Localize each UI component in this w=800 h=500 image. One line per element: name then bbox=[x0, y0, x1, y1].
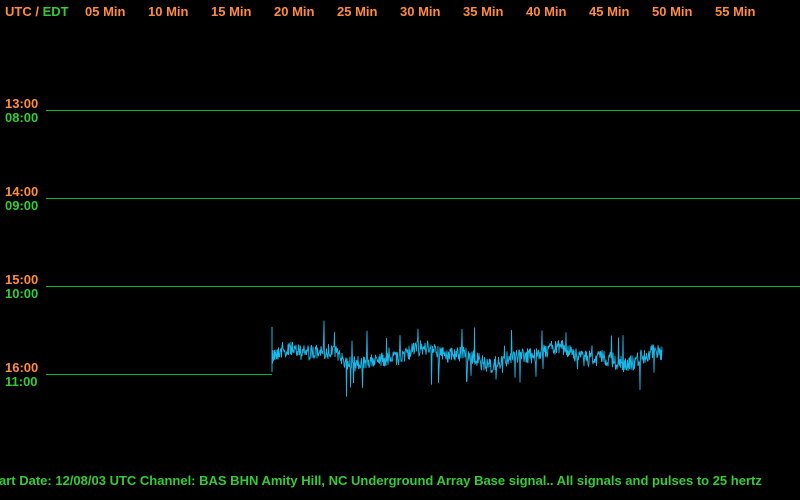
footer-caption: Start Date: 12/08/03 UTC Channel: BAS BH… bbox=[0, 473, 800, 488]
seismograph-plot bbox=[46, 110, 800, 397]
seismic-trace bbox=[271, 320, 663, 397]
footer-text: Start Date: 12/08/03 UTC Channel: BAS BH… bbox=[0, 473, 762, 488]
